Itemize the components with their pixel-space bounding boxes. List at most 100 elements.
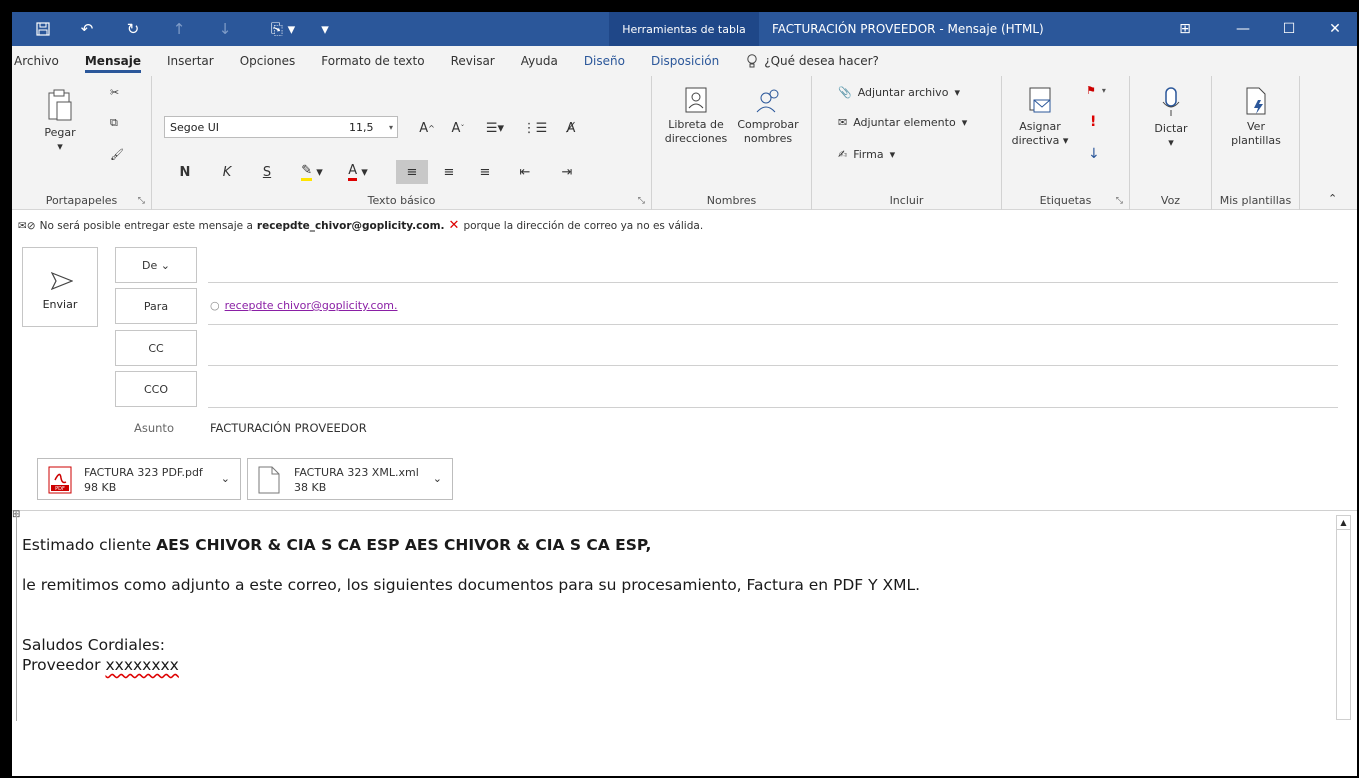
signature-button[interactable]: ✍ Firma ▾ (838, 148, 895, 161)
svg-text:PDF: PDF (55, 486, 65, 492)
tags-launcher-icon[interactable]: ⤡ (1116, 196, 1123, 206)
tab-insertar[interactable]: Insertar (154, 46, 227, 76)
address-book-button[interactable]: Libreta de direcciones (662, 86, 730, 146)
high-importance-icon[interactable]: ! (1090, 114, 1096, 130)
grow-font-icon[interactable]: A ^ (414, 116, 440, 140)
group-label-templates: Mis plantillas (1219, 194, 1292, 207)
font-color-icon[interactable]: A ▾ (338, 160, 378, 184)
increase-indent-icon[interactable]: ⇥ (554, 160, 580, 184)
customize-qat-icon[interactable]: ▾ (308, 12, 342, 46)
attach-quick-icon[interactable]: ⎘ ▾ (258, 12, 308, 46)
group-label-clipboard: Portapapeles (45, 194, 118, 207)
italic-button[interactable]: K (214, 160, 240, 184)
low-importance-icon[interactable]: ↓ (1088, 146, 1100, 162)
attach-item-button[interactable]: ✉ Adjuntar elemento ▾ (838, 116, 967, 129)
chevron-down-icon: ⌄ (160, 258, 170, 272)
align-left-icon[interactable]: ≡ (396, 160, 428, 184)
font-size-select[interactable]: 11,5 ▾ (344, 116, 398, 138)
check-names-button[interactable]: Comprobar nombres (732, 86, 804, 146)
collapse-ribbon-icon[interactable]: ⌃ (1328, 192, 1337, 205)
tab-disposicion[interactable]: Disposición (638, 46, 732, 76)
from-button[interactable]: De ⌄ (115, 247, 197, 283)
undo-icon[interactable]: ↶ (70, 12, 104, 46)
copy-icon[interactable]: ⧉ (110, 116, 118, 130)
ribbon-display-icon[interactable]: ⊞ (1162, 12, 1208, 46)
redo-icon[interactable]: ↻ (116, 12, 150, 46)
align-center-icon[interactable]: ≡ (436, 160, 462, 184)
cc-button[interactable]: CC (115, 330, 197, 366)
to-field[interactable]: ○ recepdte chivor@goplicity.com. (210, 299, 398, 312)
tell-me-box[interactable]: ¿Qué desea hacer? (746, 54, 879, 68)
check-names-icon (756, 89, 779, 113)
cut-icon[interactable]: ✂ (110, 86, 119, 99)
scroll-up-icon[interactable]: ▲ (1337, 516, 1350, 530)
to-button[interactable]: Para (115, 288, 197, 324)
close-icon[interactable]: ✕ (1312, 12, 1357, 46)
save-icon[interactable] (26, 12, 60, 46)
title-bar: ↶ ↻ ↑ ↓ ⎘ ▾ ▾ Herramientas de tabla FACT… (12, 12, 1357, 46)
attachment-name: FACTURA 323 XML.xml (294, 466, 419, 479)
send-icon (51, 272, 73, 290)
message-body[interactable]: ⊞ Estimado cliente AES CHIVOR & CIA S CA… (12, 509, 1357, 776)
highlight-color-icon[interactable]: ✎ ▾ (292, 160, 332, 184)
recipient-link[interactable]: recepdte chivor@goplicity.com. (225, 299, 398, 312)
sender-line: Proveedor xxxxxxxx (22, 656, 179, 674)
dictate-button[interactable]: Dictar ▾ (1144, 86, 1198, 150)
numbering-icon[interactable]: ⋮☰ (518, 116, 552, 140)
group-clipboard: Pegar ▾ ✂ ⧉ 🖌 Portapapeles ⤡ (12, 76, 152, 210)
clipboard-icon (48, 89, 72, 121)
templates-icon (1246, 87, 1266, 115)
view-templates-button[interactable]: Ver plantillas (1224, 86, 1288, 148)
arrow-up-icon[interactable]: ↑ (162, 12, 196, 46)
format-painter-icon[interactable]: 🖌 (110, 148, 124, 161)
bullets-icon[interactable]: ☰▾ (478, 116, 512, 140)
tab-archivo[interactable]: Archivo (12, 46, 72, 76)
underline-button[interactable]: S (254, 160, 280, 184)
group-label-include: Incluir (889, 194, 924, 207)
follow-up-flag-icon[interactable]: ⚑ ▾ (1086, 84, 1106, 97)
group-include: 📎 Adjuntar archivo ▾ ✉ Adjuntar elemento ▾ ✍… (812, 76, 1002, 210)
align-right-icon[interactable]: ≡ (472, 160, 498, 184)
chevron-down-icon[interactable]: ⌄ (221, 472, 230, 485)
body-left-border (16, 511, 17, 721)
decrease-indent-icon[interactable]: ⇤ (512, 160, 538, 184)
bold-button[interactable]: N (172, 160, 198, 184)
tab-mensaje[interactable]: Mensaje (72, 46, 154, 76)
subject-input[interactable]: FACTURACIÓN PROVEEDOR (210, 421, 367, 435)
tab-ayuda[interactable]: Ayuda (508, 46, 571, 76)
group-tags: Asignar directiva ▾ ⚑ ▾ ! ↓ Etiquetas ⤡ (1002, 76, 1130, 210)
chevron-down-icon[interactable]: ⌄ (433, 472, 442, 485)
paperclip-icon: 📎 (838, 86, 852, 99)
minimize-icon[interactable]: — (1220, 12, 1266, 46)
send-button[interactable]: Enviar (22, 247, 98, 327)
body-line: le remitimos como adjunto a este correo,… (22, 576, 921, 594)
greeting-line: Estimado cliente AES CHIVOR & CIA S CA E… (22, 536, 652, 554)
clipboard-launcher-icon[interactable]: ⤡ (138, 196, 145, 206)
tab-revisar[interactable]: Revisar (438, 46, 508, 76)
maximize-icon[interactable]: ☐ (1266, 12, 1312, 46)
body-text[interactable]: Estimado cliente AES CHIVOR & CIA S CA E… (22, 535, 920, 675)
arrow-down-icon[interactable]: ↓ (208, 12, 242, 46)
microphone-icon (1162, 87, 1180, 116)
group-basic-text: Segoe UI▾ 11,5▾ A^ Aˇ ☰▾ ⋮☰ A̸ N K S ✎ ▾… (152, 76, 652, 210)
paste-button[interactable]: Pegar ▾ (40, 88, 80, 154)
bcc-button[interactable]: CCO (115, 371, 197, 407)
vertical-scrollbar[interactable]: ▲ (1336, 515, 1351, 720)
to-field-line (208, 324, 1338, 325)
ribbon-tabs: Archivo Mensaje Insertar Opciones Format… (12, 46, 1357, 76)
shrink-font-icon[interactable]: Aˇ (445, 116, 471, 140)
basic-text-launcher-icon[interactable]: ⤡ (638, 196, 645, 206)
tab-diseno[interactable]: Diseño (571, 46, 638, 76)
attach-file-button[interactable]: 📎 Adjuntar archivo ▾ (838, 86, 960, 99)
attachment-name: FACTURA 323 PDF.pdf (84, 466, 203, 479)
tab-opciones[interactable]: Opciones (227, 46, 309, 76)
assign-policy-button[interactable]: Asignar directiva ▾ (1010, 86, 1070, 148)
attach-item-icon: ✉ (838, 116, 848, 129)
group-label-voice: Voz (1160, 194, 1181, 207)
attachment-xml[interactable]: FACTURA 323 XML.xml 38 KB ⌄ (247, 458, 453, 500)
tab-formato-texto[interactable]: Formato de texto (308, 46, 437, 76)
file-icon (258, 466, 280, 494)
attachment-pdf[interactable]: PDF FACTURA 323 PDF.pdf 98 KB ⌄ (37, 458, 241, 500)
clear-format-icon[interactable]: A̸ (558, 116, 584, 140)
outlook-message-window: ↶ ↻ ↑ ↓ ⎘ ▾ ▾ Herramientas de tabla FACT… (12, 12, 1357, 776)
